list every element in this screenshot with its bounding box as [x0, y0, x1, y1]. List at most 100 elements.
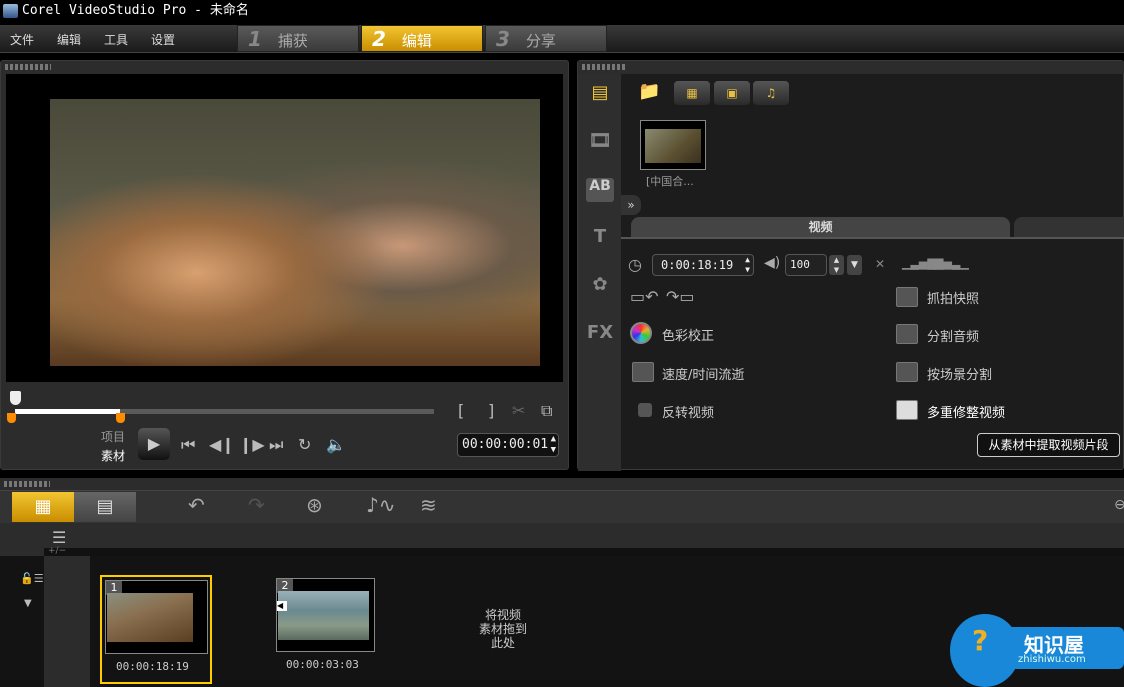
- menu-settings[interactable]: 设置: [151, 31, 175, 48]
- reverse-video-label: 反转视频: [662, 406, 715, 421]
- drop-hint: 将视频 素材拖到 此处: [470, 608, 536, 650]
- split-audio-option[interactable]: 分割音频: [927, 326, 979, 345]
- snapshot-icon[interactable]: [896, 287, 918, 307]
- zoom-icon[interactable]: ⊖: [1114, 497, 1124, 513]
- playhead-handle[interactable]: [10, 391, 21, 405]
- zoom-control[interactable]: +/−: [48, 546, 66, 556]
- title-bar: Corel VideoStudio Pro - 未命名: [0, 0, 1124, 22]
- rotate-right-icon[interactable]: ↷▭: [666, 287, 695, 306]
- project-mode-label[interactable]: 项目: [101, 428, 125, 445]
- storyboard-clip-2[interactable]: 2 ◀ 00:00:03:03: [273, 575, 385, 684]
- expand-options-button[interactable]: »: [621, 195, 641, 215]
- panel-grip[interactable]: [582, 64, 626, 70]
- duration-stepper[interactable]: ▲ ▼: [745, 255, 753, 275]
- storyboard-view-button[interactable]: ▦: [12, 492, 74, 522]
- video-preview: [6, 74, 563, 382]
- menu-file[interactable]: 文件: [10, 31, 34, 48]
- volume-field[interactable]: 100: [785, 254, 827, 276]
- drop-hint-line: 将视频: [484, 608, 521, 622]
- timecode-field[interactable]: 00:00:00:01 ▲ ▼: [457, 433, 559, 457]
- mark-out-icon[interactable]: ]: [488, 401, 494, 420]
- go-to-end-icon[interactable]: ⏭: [269, 435, 283, 455]
- show-video-button[interactable]: ▦: [674, 81, 710, 105]
- trim-start-marker[interactable]: [7, 413, 16, 423]
- play-button[interactable]: ▶: [138, 428, 170, 460]
- clip-image: [278, 591, 369, 640]
- tooltip: 从素材中提取视频片段: [977, 433, 1120, 457]
- tab-attributes[interactable]: [1014, 217, 1124, 237]
- next-frame-icon[interactable]: ❙▶: [239, 435, 265, 454]
- graphics-icon[interactable]: ✿: [586, 274, 614, 298]
- show-photo-button[interactable]: ▣: [714, 81, 750, 105]
- clip-mode-label[interactable]: 素材: [101, 447, 125, 464]
- sound-mixer-icon[interactable]: ♪∿: [366, 493, 396, 517]
- reverse-video-checkbox[interactable]: [638, 403, 652, 417]
- trim-end-marker[interactable]: [115, 413, 125, 423]
- menu-tools[interactable]: 工具: [104, 31, 128, 48]
- fade-in-icon[interactable]: ▁▃▅▇: [902, 257, 936, 270]
- folder-icon[interactable]: 📁: [638, 81, 660, 102]
- color-correction-option[interactable]: 色彩校正: [662, 325, 714, 344]
- timecode-stepper[interactable]: ▲ ▼: [551, 434, 558, 456]
- enlarge-icon[interactable]: ⧉: [541, 401, 552, 421]
- split-by-scene-option[interactable]: 按场景分割: [927, 364, 992, 383]
- track-manager-icon[interactable]: ☰: [52, 528, 66, 547]
- mute-icon[interactable]: ✕: [875, 257, 885, 271]
- multi-trim-icon[interactable]: [896, 400, 918, 420]
- snapshot-option[interactable]: 抓拍快照: [927, 288, 979, 307]
- speed-icon[interactable]: [632, 362, 654, 382]
- panel-grip[interactable]: [5, 64, 51, 70]
- repeat-icon[interactable]: ↻: [298, 435, 311, 454]
- rotate-left-icon[interactable]: ▭↶: [630, 287, 659, 306]
- record-capture-icon[interactable]: ⊛: [306, 493, 323, 517]
- tab-label: 捕获: [277, 32, 308, 50]
- timeline-toolbar: ▦ ▤ ↶ ↷ ⊛ ♪∿ ≋ ⊖: [0, 490, 1124, 523]
- title-ab-icon[interactable]: AB: [586, 178, 614, 202]
- library-clip-name[interactable]: [中国合...: [646, 173, 694, 189]
- mark-in-icon[interactable]: [: [458, 401, 464, 420]
- volume-icon[interactable]: 🔈: [326, 435, 346, 454]
- track-header: [44, 556, 90, 687]
- clip-duration: 00:00:18:19: [116, 660, 189, 673]
- volume-value: 100: [790, 258, 810, 271]
- fade-out-icon[interactable]: ▇▅▃▁: [935, 257, 969, 270]
- speed-timelapse-option[interactable]: 速度/时间流逝: [662, 364, 744, 383]
- library-sidebar: ▤ 🎞 AB T ✿ FX: [578, 74, 621, 471]
- tab-share[interactable]: 3 分享: [485, 25, 607, 52]
- previous-frame-icon[interactable]: ◀❙: [209, 435, 235, 454]
- transition-icon[interactable]: 🎞: [586, 130, 614, 154]
- show-audio-button[interactable]: ♫: [753, 81, 789, 105]
- color-wheel-icon[interactable]: [630, 322, 652, 344]
- tab-edit[interactable]: 2 编辑: [361, 25, 483, 52]
- fx-icon[interactable]: FX: [586, 322, 614, 346]
- duration-field[interactable]: 0:00:18:19 ▲ ▼: [652, 254, 754, 276]
- clip-thumbnail: 1: [105, 580, 208, 654]
- question-icon: ?: [972, 624, 989, 657]
- audio-icon: ◀: [277, 601, 287, 611]
- volume-stepper[interactable]: ▲ ▼: [829, 255, 844, 275]
- volume-dropdown[interactable]: ▼: [847, 255, 862, 275]
- media-icon[interactable]: ▤: [586, 82, 614, 106]
- redo-icon[interactable]: ↷: [248, 493, 265, 517]
- video-frame: [50, 99, 540, 366]
- split-audio-icon[interactable]: [896, 324, 918, 344]
- scrub-bar[interactable]: [15, 409, 434, 414]
- scissors-icon[interactable]: ✂: [512, 401, 525, 420]
- menu-edit[interactable]: 编辑: [57, 31, 81, 48]
- undo-icon[interactable]: ↶: [188, 493, 205, 517]
- lock-track-icon[interactable]: 🔓☰: [20, 572, 44, 585]
- auto-music-icon[interactable]: ≋: [420, 493, 437, 517]
- storyboard-clip-1[interactable]: 1 00:00:18:19: [100, 575, 212, 684]
- tab-capture[interactable]: 1 捕获: [237, 25, 359, 52]
- tab-video-options[interactable]: 视频: [631, 217, 1010, 237]
- multi-trim-option[interactable]: 多重修整视频: [927, 402, 1005, 421]
- tooltip-text: 从素材中提取视频片段: [988, 438, 1109, 452]
- split-by-scene-icon[interactable]: [896, 362, 918, 382]
- timeline-view-button[interactable]: ▤: [74, 492, 136, 522]
- library-clip-thumbnail[interactable]: [640, 120, 706, 170]
- go-to-start-icon[interactable]: ⏮: [181, 435, 195, 455]
- panel-grip[interactable]: [4, 481, 50, 487]
- track-dropdown-icon[interactable]: ▼: [24, 598, 32, 609]
- watermark-banner: 知识屋 zhishiwu.com: [1010, 627, 1124, 669]
- text-icon[interactable]: T: [586, 226, 614, 250]
